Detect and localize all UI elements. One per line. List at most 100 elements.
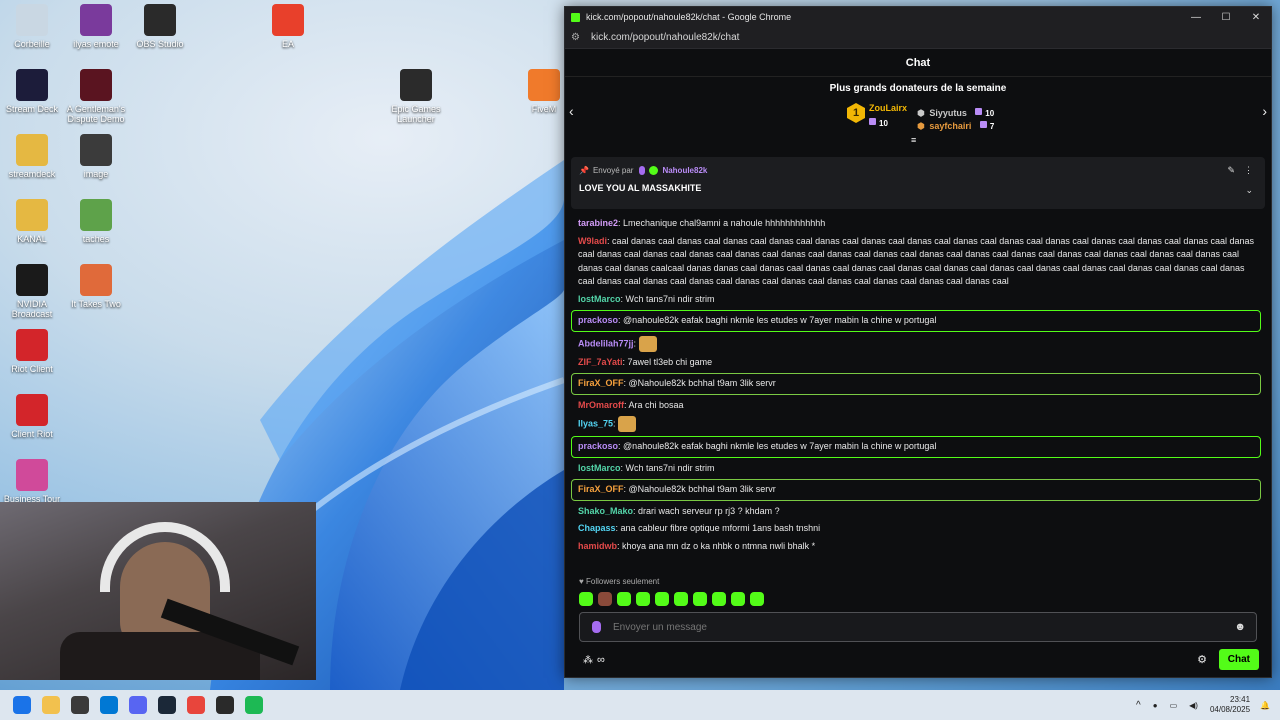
desktop-icon[interactable]: NVIDIA Broadcast <box>0 264 64 319</box>
microphone-icon[interactable]: ● <box>1153 701 1158 710</box>
chat-text: Wch tans7ni ndir strim <box>625 462 715 473</box>
desktop-icon[interactable]: A Gentleman's Dispute Demo <box>64 69 128 124</box>
chat-username[interactable]: ZIF_7aYati <box>578 357 623 367</box>
chat-message: FiraX_OFF: @Nahoule82k bchhal t9am 3lik … <box>571 479 1261 501</box>
chat-username[interactable]: lostMarco <box>578 463 621 473</box>
separator: : <box>633 337 639 348</box>
system-tray: ^ ● ▭ ◀) 23:41 04/08/2025 🔔 <box>1136 690 1280 720</box>
windows-start-icon[interactable] <box>13 696 31 714</box>
winrar-icon <box>80 4 112 36</box>
mic-icon <box>592 621 601 633</box>
volume-icon[interactable]: ◀) <box>1189 701 1198 710</box>
chat-username[interactable]: Ilyas_75 <box>578 418 613 428</box>
desktop-icon[interactable]: ilyas emote <box>64 4 128 49</box>
minimize-button[interactable]: — <box>1181 12 1211 23</box>
chat-text: @Nahoule82k bchhal t9am 3lik servr <box>628 484 776 494</box>
donor-entry[interactable]: ⬢ sayfchairi 7 <box>917 116 994 134</box>
obs-icon[interactable] <box>216 696 234 714</box>
emote-button[interactable] <box>750 592 764 606</box>
time: 23:41 <box>1230 695 1251 704</box>
recycle-bin-icon <box>16 4 48 36</box>
chat-username[interactable]: hamidwb <box>578 541 617 551</box>
send-chat-button[interactable]: Chat <box>1218 649 1259 670</box>
donor-entry[interactable]: ⬢ Siyyutus 10 <box>917 103 994 118</box>
emote-button[interactable] <box>617 592 631 606</box>
maximize-button[interactable]: ☐ <box>1211 12 1241 23</box>
kick-logo-icon <box>571 12 580 22</box>
chat-username[interactable]: FiraX_OFF <box>578 484 624 494</box>
chat-username[interactable]: MrOmaroff <box>578 400 624 410</box>
site-settings-icon[interactable]: ⚙ <box>571 32 585 43</box>
chat-username[interactable]: Abdelilah77jj <box>578 338 634 348</box>
desktop-icon[interactable]: Business Tour <box>0 459 64 504</box>
desktop-icon[interactable]: It Takes Two <box>64 264 128 309</box>
chat-message: W9ladi: caal danas caal danas caal danas… <box>571 233 1261 291</box>
top-donor-name: ZouLairx <box>869 103 908 113</box>
desktop-icon[interactable]: image <box>64 134 128 179</box>
chat-username[interactable]: tarabine2 <box>578 218 618 228</box>
collapse-icon[interactable]: ≡ <box>911 135 916 145</box>
desktop-icon[interactable]: taches <box>64 199 128 244</box>
emote-button[interactable] <box>579 592 593 606</box>
emote-button[interactable] <box>693 592 707 606</box>
desktop-icon-label: NVIDIA Broadcast <box>11 299 53 319</box>
desktop-icon[interactable]: OBS Studio <box>128 4 192 49</box>
desktop-icon[interactable]: Client Riot <box>0 394 64 439</box>
url-text[interactable]: kick.com/popout/nahoule82k/chat <box>591 32 739 43</box>
desktop-icon-label: EA <box>281 39 294 49</box>
desktop-icon-label: A Gentleman's Dispute Demo <box>66 104 126 124</box>
clock[interactable]: 23:41 04/08/2025 <box>1210 695 1250 715</box>
stream-deck-icon <box>16 69 48 101</box>
emoji-picker-icon[interactable]: ☻ <box>1234 621 1246 633</box>
desktop-icon[interactable]: streamdeck <box>0 134 64 179</box>
desktop-icon[interactable]: KANAL <box>0 199 64 244</box>
infinity-icon: ∞ <box>597 654 605 666</box>
steam-icon[interactable] <box>158 696 176 714</box>
emote-button[interactable] <box>731 592 745 606</box>
emote-button[interactable] <box>674 592 688 606</box>
spotify-icon[interactable] <box>245 696 263 714</box>
next-arrow-icon[interactable]: › <box>1262 103 1267 119</box>
pinned-sender[interactable]: Nahoule82k <box>662 166 707 175</box>
address-bar: ⚙ kick.com/popout/nahoule82k/chat <box>565 27 1271 49</box>
chrome-icon[interactable] <box>187 696 205 714</box>
desktop-icon[interactable]: Riot Client <box>0 329 64 374</box>
notification-bell-icon[interactable]: 🔔 <box>1260 701 1270 710</box>
file-explorer-icon[interactable] <box>42 696 60 714</box>
store-icon[interactable] <box>71 696 89 714</box>
date: 04/08/2025 <box>1209 705 1251 714</box>
show-hidden-icons-icon[interactable]: ^ <box>1136 700 1141 711</box>
more-options-icon[interactable]: ⋮ <box>1244 165 1253 176</box>
chat-username[interactable]: prackoso <box>578 441 618 451</box>
chat-username[interactable]: W9ladi <box>578 236 607 246</box>
emote-button[interactable] <box>636 592 650 606</box>
emote-button[interactable] <box>655 592 669 606</box>
discord-icon[interactable] <box>129 696 147 714</box>
desktop-icon[interactable]: Epic Games Launcher <box>384 69 448 124</box>
desktop-icon[interactable]: EA <box>256 4 320 49</box>
emote-button[interactable] <box>598 592 612 606</box>
expand-chevron-icon[interactable]: ⌄ <box>1245 185 1253 196</box>
desktop-icon-label: Corbeille <box>14 39 50 49</box>
chat-text: drari wach serveur rp rj3 ? khdam ? <box>638 505 780 516</box>
desktop-icon[interactable]: Corbeille <box>0 4 64 49</box>
close-button[interactable]: ✕ <box>1241 12 1271 23</box>
chat-username[interactable]: FiraX_OFF <box>578 378 624 388</box>
chat-username[interactable]: lostMarco <box>578 294 621 304</box>
settings-gear-icon[interactable]: ⚙ <box>1197 653 1207 666</box>
emote-button[interactable] <box>712 592 726 606</box>
chat-username[interactable]: Shako_Mako <box>578 506 633 516</box>
prev-arrow-icon[interactable]: ‹ <box>569 103 574 119</box>
points-icon[interactable]: ⁂ <box>583 655 593 666</box>
chat-username[interactable]: Chapass <box>578 523 616 533</box>
unpin-icon[interactable]: ✎ <box>1227 165 1235 176</box>
chat-username[interactable]: prackoso <box>578 315 618 325</box>
donor-list: ⬢ Siyyutus 10 ⬢ sayfchairi 7 <box>917 103 994 134</box>
top-donor[interactable]: ZouLairx 10 <box>869 103 907 134</box>
gift-icon <box>869 118 876 126</box>
chat-text: Wch tans7ni ndir strim <box>625 293 715 304</box>
desktop-icon[interactable]: Stream Deck <box>0 69 64 114</box>
network-icon[interactable]: ▭ <box>1170 701 1178 710</box>
outlook-icon[interactable] <box>100 696 118 714</box>
message-input[interactable] <box>613 621 1235 633</box>
